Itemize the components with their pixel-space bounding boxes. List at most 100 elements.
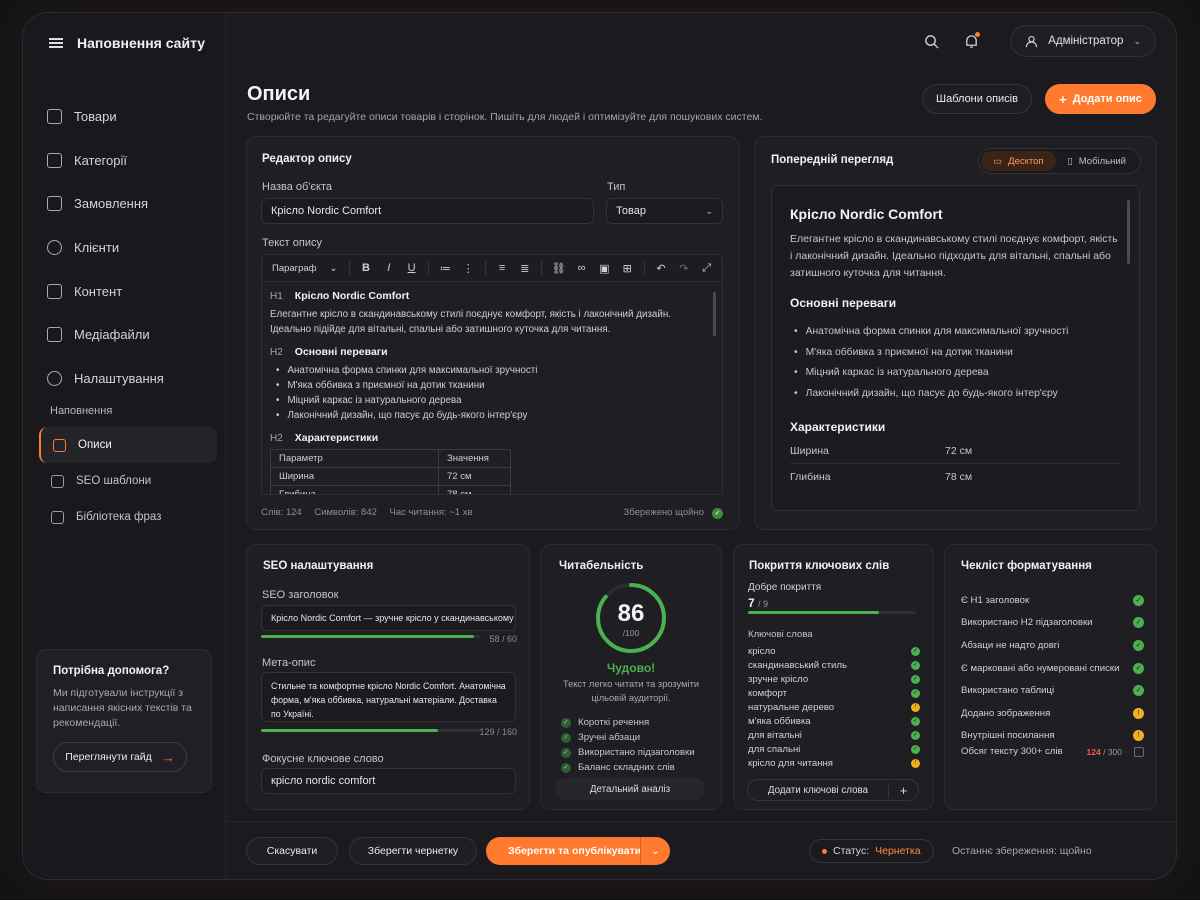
word-count-progress: 124 / 300	[1087, 746, 1144, 757]
link-icon[interactable]: ⛓	[547, 262, 570, 275]
list-item: Лаконічний дизайн, що пасує до будь-яког…	[276, 408, 714, 423]
sidebar-item-seo-templates[interactable]: SEO шаблони	[39, 463, 217, 499]
bullet-list-icon[interactable]: ≔	[434, 262, 457, 275]
checklist-label: Обсяг тексту 300+ слів	[961, 746, 1063, 757]
align-justify-icon[interactable]: ≣	[513, 262, 536, 275]
keyword-item: скандинавський стиль ✓	[748, 658, 920, 672]
publish-button[interactable]: Зберегти та опублікувати ⌄	[486, 837, 670, 865]
table-row: Ширина 72 см	[790, 438, 1121, 464]
save-status: Збережено щойно ✓	[624, 507, 723, 519]
search-button[interactable]	[922, 32, 940, 50]
readability-verdict: Чудово!	[606, 661, 656, 675]
type-select[interactable]: Товар ⌄	[606, 198, 723, 224]
readability-max: /100	[622, 628, 640, 638]
add-keywords-button[interactable]: Додати ключові слова +	[747, 779, 919, 801]
name-input[interactable]: Крісло Nordic Comfort	[261, 198, 594, 224]
underline-icon[interactable]: U	[400, 262, 423, 274]
sidebar: Наповнення сайту Товари Категорії Замовл…	[23, 13, 226, 879]
seo-heading-count: 58 / 60	[489, 634, 517, 644]
user-icon	[1026, 35, 1038, 47]
warning-icon: !	[1133, 707, 1144, 719]
align-left-icon[interactable]: ≡	[491, 262, 514, 274]
table-cell: 72 см	[945, 444, 973, 457]
check-icon: ✓	[561, 732, 571, 743]
editor-stats: Слів: 124 Символів: 842 Час читання: ~1 …	[261, 507, 483, 519]
help-text: Ми підготували інструкції з написання як…	[53, 687, 192, 729]
keyword-item: натуральне дерево!	[748, 700, 920, 714]
table-icon[interactable]: ⊞	[616, 262, 639, 275]
editor-scrollbar[interactable]	[713, 292, 716, 336]
templates-button[interactable]: Шаблони описів	[922, 84, 1032, 114]
editor-content[interactable]: H1 Крісло Nordic Comfort Елегантне крісло…	[261, 282, 723, 495]
desktop-label: Десктоп	[1008, 155, 1044, 167]
preview-content: Крісло Nordic Comfort Елегантне крісло в…	[771, 185, 1140, 511]
desktop-tab[interactable]: ▭ Десктоп	[981, 151, 1056, 171]
preview-intro: Елегантне крісло в скандинавському стилі…	[790, 233, 1118, 279]
help-card: Потрібна допомога? Ми підготували інстру…	[36, 649, 212, 793]
type-label: Тип	[607, 181, 626, 193]
checklist-item: Використано таблиці ✓	[961, 679, 1144, 702]
preview-h1: Крісло Nordic Comfort	[790, 206, 943, 222]
coverage-total: / 9	[758, 599, 769, 609]
meta-textarea[interactable]: Стильне та комфортне крісло Nordic Comfo…	[261, 672, 516, 722]
sidebar-item-products[interactable]: Товари	[47, 95, 164, 139]
list-item: Анатомічна форма спинки для максимальної…	[794, 322, 1121, 343]
mobile-tab[interactable]: ▯ Мобільний	[1056, 151, 1138, 171]
list-item: Міцний каркас із натурального дерева	[794, 363, 1121, 384]
h2-text: Характеристики	[294, 432, 379, 444]
sidebar-item-label: Описи	[78, 439, 112, 451]
sidebar-item-orders[interactable]: Замовлення	[47, 182, 164, 226]
sidebar-item-content[interactable]: Контент	[47, 269, 164, 313]
save-draft-button[interactable]: Зберегти чернетку	[349, 837, 477, 865]
main-nav: Товари Категорії Замовлення Клієнти Конт…	[47, 95, 164, 400]
chevron-down-icon: ⌄	[1133, 35, 1141, 46]
sidebar-item-label: Бібліотека фраз	[76, 511, 162, 523]
preview-h2: Основні переваги	[790, 296, 897, 310]
user-menu[interactable]: Адміністратор ⌄	[1010, 25, 1156, 57]
view-guide-button[interactable]: Переглянути гайд →	[53, 742, 187, 772]
sidebar-item-descriptions[interactable]: Описи	[39, 427, 217, 463]
unlink-icon[interactable]: ∞	[570, 262, 593, 274]
cancel-button[interactable]: Скасувати	[246, 837, 338, 865]
sidebar-item-media[interactable]: Медіафайли	[47, 313, 164, 357]
progress-fill	[261, 635, 474, 638]
fullscreen-icon[interactable]: ⤢	[695, 262, 718, 275]
notifications-button[interactable]	[962, 32, 981, 50]
plus-icon: +	[1059, 91, 1067, 107]
focus-keyword-label: Фокусне ключове слово	[262, 753, 384, 765]
publish-label: Зберегти та опублікувати	[508, 845, 642, 857]
sidebar-item-settings[interactable]: Налаштування	[47, 357, 164, 401]
seo-heading-input[interactable]: Крісло Nordic Comfort — зручне крісло у …	[261, 605, 516, 631]
word-count: Слів: 124	[261, 507, 302, 518]
hamburger-icon[interactable]	[49, 38, 63, 48]
check-icon: ✓	[1133, 662, 1144, 674]
image-icon[interactable]: ▣	[593, 262, 616, 275]
sidebar-item-phrase-library[interactable]: Бібліотека фраз	[39, 499, 217, 535]
preview-scrollbar[interactable]	[1127, 200, 1130, 264]
keyword-label: для спальні	[748, 744, 801, 756]
redo-icon[interactable]: ↷	[672, 262, 695, 275]
page-subtitle: Створюйте та редагуйте описи товарів і с…	[247, 111, 763, 123]
check-icon: ✓	[911, 688, 920, 698]
sidebar-item-clients[interactable]: Клієнти	[47, 226, 164, 270]
editor-toolbar: Параграф ⌄ B I U ≔ ⋮ ≡ ≣ ⛓ ∞ ▣ ⊞ ↶ ↷ ⤢	[261, 254, 723, 282]
check-icon: ✓	[712, 508, 723, 519]
italic-icon[interactable]: I	[377, 262, 400, 274]
seo-heading-label: SEO заголовок	[262, 589, 339, 601]
sidebar-item-categories[interactable]: Категорії	[47, 139, 164, 183]
list-item: ✓ Короткі речення	[561, 715, 695, 730]
list-item: ✓ Використано підзаголовки	[561, 745, 695, 760]
chevron-down-icon[interactable]: ⌄	[640, 837, 670, 865]
format-select[interactable]: Параграф ⌄	[272, 263, 344, 274]
editor-benefits-list: Анатомічна форма спинки для максимальної…	[276, 363, 714, 423]
checklist-card: Чекліст форматування Є H1 заголовок ✓ Вико…	[944, 544, 1157, 810]
focus-keyword-input[interactable]: крісло nordic comfort	[261, 768, 516, 794]
add-description-button[interactable]: + Додати опис	[1045, 84, 1156, 114]
bold-icon[interactable]: B	[355, 262, 378, 274]
keywords-title: Покриття ключових слів	[749, 560, 890, 572]
undo-icon[interactable]: ↶	[650, 262, 673, 275]
editor-footer: Слів: 124 Символів: 842 Час читання: ~1 …	[261, 507, 723, 519]
table-cell: 78 см	[945, 471, 973, 483]
numbered-list-icon[interactable]: ⋮	[457, 262, 480, 275]
detailed-analysis-button[interactable]: Детальний аналіз	[555, 778, 705, 800]
